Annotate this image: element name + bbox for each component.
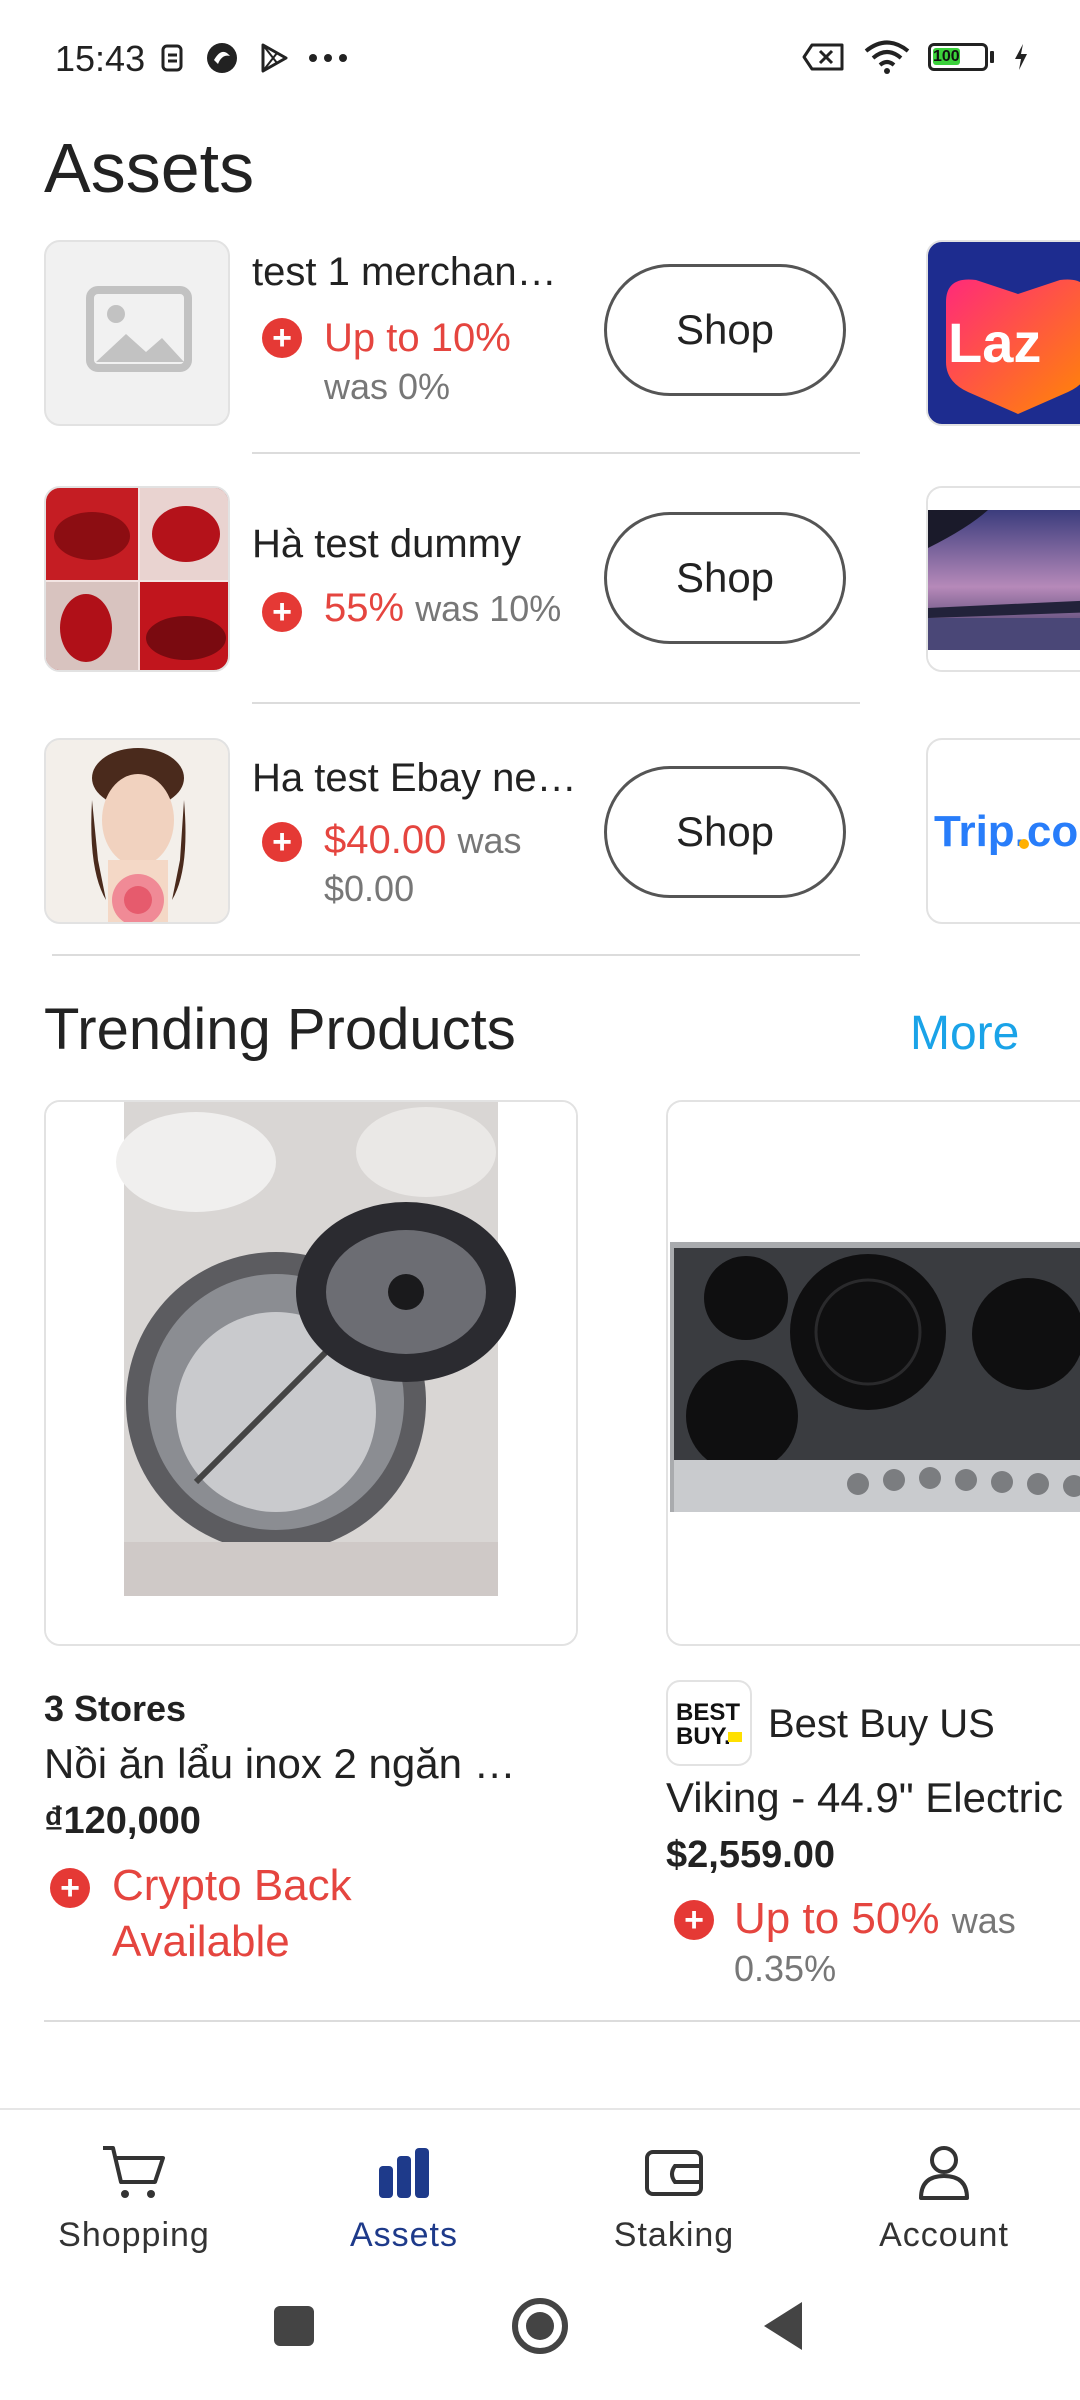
reward-was: was (951, 1900, 1016, 1941)
product-name[interactable]: Viking - 44.9" Electric (666, 1774, 1063, 1822)
sim-icon (161, 44, 183, 72)
trip-com-logo: Trip.con (934, 807, 1080, 856)
reward-value: 55% (324, 586, 405, 630)
trip-com-card[interactable]: Trip.con (926, 738, 1080, 924)
reward-was: was 0% (324, 366, 451, 407)
plus-icon: + (262, 318, 302, 358)
cooktop-photo (668, 1102, 1080, 1644)
more-notifications-icon (309, 54, 347, 62)
more-link[interactable]: More (910, 1006, 1019, 1061)
plus-icon: + (50, 1868, 90, 1908)
app-notification-icon (207, 43, 237, 73)
no-sim-icon (802, 43, 844, 71)
merchant-name[interactable]: Hà test dummy (252, 522, 521, 567)
product-card[interactable] (666, 1100, 1080, 1646)
reward-line: $40.00 was (324, 818, 522, 863)
product-name[interactable]: Nồi ăn lẩu inox 2 ngăn … (44, 1740, 516, 1788)
nav-label: Staking (613, 2216, 735, 2254)
play-store-icon (261, 43, 288, 73)
svg-text:BEST: BEST (676, 1699, 740, 1726)
nav-label: Assets (349, 2216, 459, 2254)
lazada-logo: Laz (946, 279, 1080, 414)
merchant-row: Hà test dummy + 55% was 10% Shop (0, 486, 1080, 716)
reward-was: was (457, 820, 522, 861)
plus-icon: + (262, 822, 302, 862)
cashback-line: Available (112, 1917, 290, 1966)
reward-value: $40.00 (324, 818, 447, 862)
recents-button[interactable] (272, 2304, 316, 2348)
portrait-photo (46, 740, 228, 922)
merchant-thumbnail[interactable] (44, 738, 230, 924)
svg-text:Laz: Laz (948, 311, 1041, 374)
lazada-card[interactable]: Laz (926, 240, 1080, 426)
reward-was-value: 0.35% (734, 1948, 837, 1989)
bar-chart-icon (379, 2148, 429, 2198)
pot-photo (46, 1102, 576, 1644)
best-buy-logo: BEST BUY. (676, 1699, 742, 1750)
reward-was-value: $0.00 (324, 868, 415, 909)
notification-icons (160, 40, 348, 76)
lake-photo-card[interactable] (926, 486, 1080, 672)
plus-icon: + (674, 1900, 714, 1940)
divider (252, 452, 860, 454)
merchant-thumbnail[interactable] (44, 240, 230, 426)
person-icon (919, 2146, 969, 2200)
system-icons: 100 (802, 40, 1030, 74)
cart-icon (103, 2146, 165, 2198)
status-time: 15:43 (55, 38, 146, 79)
store-count: 3 Stores (44, 1688, 187, 1729)
battery-level: 100 (933, 48, 960, 65)
nav-label: Account (879, 2216, 1009, 2254)
system-nav-bar (0, 2258, 1080, 2400)
shop-button[interactable]: Shop (604, 766, 846, 898)
reward-line: Up to 50% was (734, 1894, 1016, 1944)
nav-item-assets[interactable]: Assets (304, 2142, 504, 2255)
cashback-line: Crypto Back (112, 1861, 352, 1910)
cashback-label: Crypto Back Available (112, 1858, 352, 1970)
divider (44, 2020, 1080, 2022)
divider (52, 954, 860, 956)
nav-item-account[interactable]: Account (844, 2142, 1044, 2255)
merchant-row: test 1 merchan… + Up to 10% was 0% Shop … (0, 240, 1080, 470)
shop-button[interactable]: Shop (604, 264, 846, 396)
nav-item-shopping[interactable]: Shopping (34, 2142, 234, 2255)
reward-was: was 10% (415, 588, 562, 629)
product-card[interactable] (44, 1100, 578, 1646)
wallet-icon (645, 2150, 703, 2196)
nav-item-staking[interactable]: Staking (574, 2142, 774, 2255)
reward-line: Up to 10% (324, 316, 511, 361)
product-price: ₫120,000 (44, 1800, 201, 1842)
lipstick-photo (46, 488, 228, 670)
status-bar: 15:43 100 (0, 0, 1080, 120)
section-title: Trending Products (44, 997, 516, 1062)
back-button[interactable] (762, 2300, 806, 2352)
battery-indicator: 100 (928, 43, 994, 71)
product-price: $2,559.00 (666, 1834, 836, 1876)
nav-label: Shopping (58, 2216, 210, 2254)
plus-icon: + (262, 592, 302, 632)
merchant-name[interactable]: test 1 merchan… (252, 250, 557, 295)
image-placeholder-icon (86, 286, 192, 372)
reward-value: Up to 50% (734, 1894, 940, 1943)
reward-line: 55% was 10% (324, 586, 561, 631)
svg-text:Trip.con: Trip.con (934, 807, 1080, 856)
reward-value: Up to 10% (324, 316, 511, 360)
divider (252, 702, 860, 704)
bottom-nav: Shopping Assets Staking Account (0, 2108, 1080, 2258)
page-title: Assets (44, 129, 255, 207)
store-name[interactable]: Best Buy US (768, 1702, 995, 1747)
store-logo: BEST BUY. (666, 1680, 752, 1766)
merchant-row: Ha test Ebay ne… + $40.00 was $0.00 Shop… (0, 738, 1080, 968)
wifi-icon (864, 40, 910, 74)
merchant-name[interactable]: Ha test Ebay ne… (252, 756, 577, 801)
home-button[interactable] (510, 2296, 570, 2356)
svg-text:BUY.: BUY. (676, 1723, 731, 1750)
lake-sunset-photo (928, 488, 1080, 670)
merchant-thumbnail[interactable] (44, 486, 230, 672)
charging-icon (1015, 44, 1027, 70)
shop-button[interactable]: Shop (604, 512, 846, 644)
